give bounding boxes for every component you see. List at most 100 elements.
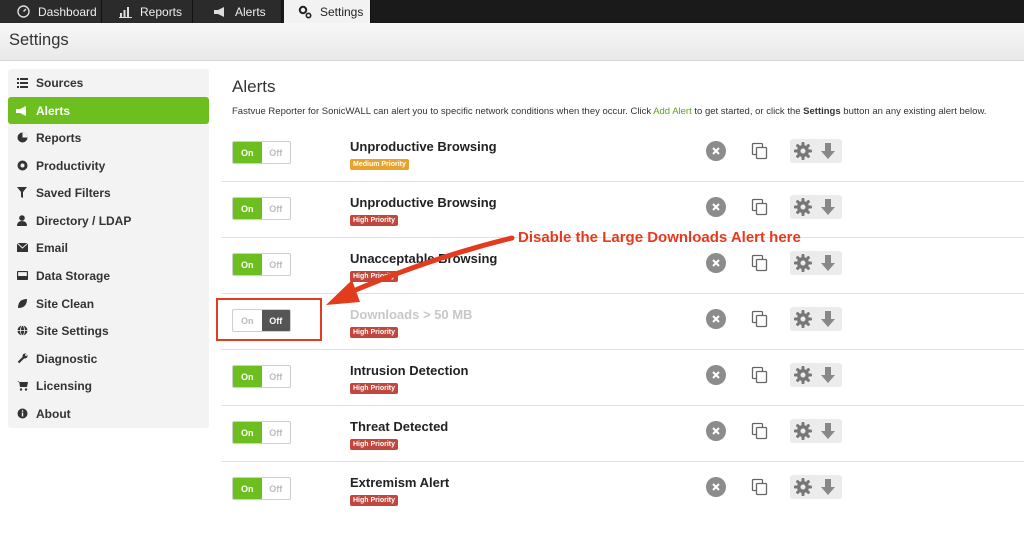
globe-icon [16, 325, 28, 337]
delete-alert-button[interactable] [706, 197, 726, 217]
toggle-off[interactable]: Off [262, 366, 291, 387]
copy-icon [751, 310, 768, 328]
copy-alert-button[interactable] [751, 478, 769, 496]
sidebar-item-sources[interactable]: Sources [8, 69, 209, 96]
delete-alert-button[interactable] [706, 421, 726, 441]
toggle-off[interactable]: Off [262, 478, 291, 499]
toggle-on[interactable]: On [233, 198, 262, 219]
sidebar-item-about[interactable]: About [8, 400, 209, 427]
sidebar-item-diagnostic[interactable]: Diagnostic [8, 345, 209, 372]
tab-label: Reports [140, 4, 183, 19]
alert-on-off-toggle[interactable]: On Off [232, 197, 291, 220]
sidebar-item-productivity[interactable]: Productivity [8, 152, 209, 179]
alert-on-off-toggle[interactable]: On Off [232, 477, 291, 500]
tab-settings[interactable]: Settings [284, 0, 371, 23]
alert-settings-button[interactable] [793, 365, 813, 385]
copy-alert-button[interactable] [751, 422, 769, 440]
alert-settings-button[interactable] [793, 197, 813, 217]
sidebar-item-alerts[interactable]: Alerts [8, 97, 209, 124]
delete-alert-button[interactable] [706, 141, 726, 161]
alert-row: On Off Downloads > 50 MB High Priority [221, 294, 1024, 350]
envelope-icon [16, 242, 28, 254]
close-icon [712, 259, 720, 267]
sidebar-item-site-clean[interactable]: Site Clean [8, 290, 209, 317]
sidebar-item-data-storage[interactable]: Data Storage [8, 262, 209, 289]
toggle-on[interactable]: On [233, 366, 262, 387]
sidebar-item-reports[interactable]: Reports [8, 124, 209, 151]
tab-label: Settings [320, 4, 364, 19]
alert-actions [790, 419, 842, 443]
copy-alert-button[interactable] [751, 142, 769, 160]
tab-alerts[interactable]: Alerts [193, 0, 282, 23]
alert-settings-button[interactable] [793, 421, 813, 441]
priority-badge: High Priority [350, 439, 399, 450]
alert-settings-button[interactable] [793, 309, 813, 329]
delete-alert-button[interactable] [706, 253, 726, 273]
intro-text-part: to get started, or click the [691, 106, 804, 117]
add-alert-link[interactable]: Add Alert [653, 106, 692, 117]
alert-settings-button[interactable] [793, 141, 813, 161]
pie-chart-icon [16, 132, 28, 144]
sidebar-item-saved-filters[interactable]: Saved Filters [8, 179, 209, 206]
toggle-on[interactable]: On [233, 142, 262, 163]
annotation-label: Disable the Large Downloads Alert here [518, 229, 801, 246]
sidebar-item-label: Sources [36, 75, 84, 90]
download-alert-button[interactable] [818, 197, 838, 217]
leaf-icon [16, 298, 28, 310]
close-icon [712, 315, 720, 323]
copy-alert-button[interactable] [751, 254, 769, 272]
arrow-down-icon [821, 479, 835, 495]
sidebar-item-label: Site Clean [36, 296, 95, 311]
megaphone-icon [213, 5, 227, 19]
sidebar-item-label: Diagnostic [36, 351, 98, 366]
toggle-on[interactable]: On [233, 254, 262, 275]
alert-settings-button[interactable] [793, 253, 813, 273]
alert-settings-button[interactable] [793, 477, 813, 497]
download-alert-button[interactable] [818, 477, 838, 497]
toggle-off[interactable]: Off [262, 254, 291, 275]
gear-icon [794, 142, 812, 160]
copy-alert-button[interactable] [751, 198, 769, 216]
tab-label: Alerts [235, 4, 266, 19]
close-icon [712, 371, 720, 379]
alert-on-off-toggle[interactable]: On Off [232, 253, 291, 276]
wrench-icon [16, 353, 28, 365]
download-alert-button[interactable] [818, 421, 838, 441]
gear-icon [794, 366, 812, 384]
download-alert-button[interactable] [818, 141, 838, 161]
delete-alert-button[interactable] [706, 365, 726, 385]
delete-alert-button[interactable] [706, 477, 726, 497]
toggle-off[interactable]: Off [262, 198, 291, 219]
intro-settings-emphasis: Settings [803, 106, 841, 117]
download-alert-button[interactable] [818, 365, 838, 385]
alert-on-off-toggle[interactable]: On Off [232, 421, 291, 444]
toggle-on[interactable]: On [233, 478, 262, 499]
download-alert-button[interactable] [818, 253, 838, 273]
tab-reports[interactable]: Reports [102, 0, 193, 23]
sidebar-item-label: Alerts [36, 103, 71, 118]
alert-on-off-toggle[interactable]: On Off [232, 141, 291, 164]
alert-actions [790, 251, 842, 275]
alert-row: On Off Unproductive Browsing Medium Prio… [221, 126, 1024, 182]
delete-alert-button[interactable] [706, 309, 726, 329]
sidebar-item-licensing[interactable]: Licensing [8, 372, 209, 399]
copy-alert-button[interactable] [751, 366, 769, 384]
download-alert-button[interactable] [818, 309, 838, 329]
dashboard-gauge-icon [16, 5, 30, 19]
priority-badge: High Priority [350, 383, 399, 394]
sidebar-item-site-settings[interactable]: Site Settings [8, 317, 209, 344]
gears-icon [298, 5, 312, 19]
toggle-on[interactable]: On [233, 422, 262, 443]
copy-alert-button[interactable] [751, 310, 769, 328]
alert-actions [790, 195, 842, 219]
tab-dashboard[interactable]: Dashboard [0, 0, 102, 23]
copy-icon [751, 422, 768, 440]
close-icon [712, 147, 720, 155]
sidebar-item-directory-ldap[interactable]: Directory / LDAP [8, 207, 209, 234]
toggle-off[interactable]: Off [262, 142, 291, 163]
gear-icon [794, 254, 812, 272]
alert-on-off-toggle[interactable]: On Off [232, 365, 291, 388]
arrow-down-icon [821, 311, 835, 327]
sidebar-item-email[interactable]: Email [8, 234, 209, 261]
toggle-off[interactable]: Off [262, 422, 291, 443]
